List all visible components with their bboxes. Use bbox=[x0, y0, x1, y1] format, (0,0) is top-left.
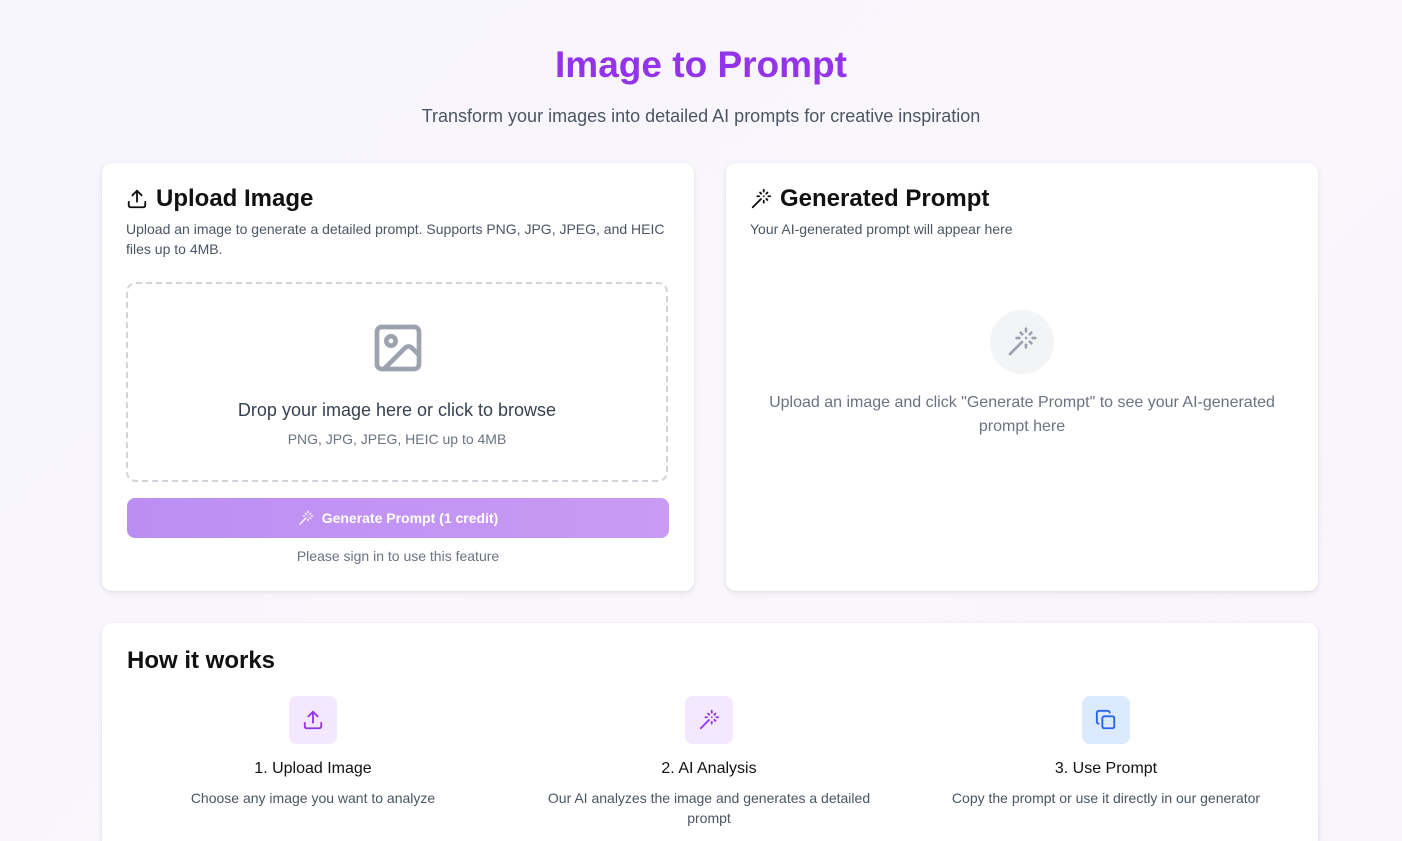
upload-icon bbox=[126, 188, 148, 210]
upload-card-title: Upload Image bbox=[126, 185, 313, 213]
image-icon bbox=[370, 320, 426, 376]
step-description: Choose any image you want to analyze bbox=[190, 790, 436, 806]
copy-icon bbox=[1095, 709, 1117, 731]
step-icon-badge bbox=[1082, 696, 1130, 744]
upload-card: Upload Image Upload an image to generate… bbox=[102, 163, 694, 591]
how-it-works-card: How it works 1. Upload Image Choose any … bbox=[102, 623, 1318, 841]
upload-card-title-text: Upload Image bbox=[156, 185, 314, 212]
prompt-card-description: Your AI-generated prompt will appear her… bbox=[750, 221, 1013, 237]
magic-wand-icon bbox=[750, 188, 772, 210]
generate-prompt-label: Generate Prompt (1 credit) bbox=[321, 510, 499, 526]
upload-card-description: Upload an image to generate a detailed p… bbox=[126, 221, 665, 257]
signin-note: Please sign in to use this feature bbox=[296, 548, 500, 564]
upload-icon bbox=[302, 709, 324, 731]
magic-wand-icon bbox=[298, 510, 314, 526]
magic-wand-icon bbox=[698, 709, 720, 731]
step-description: Copy the prompt or use it directly in ou… bbox=[951, 790, 1261, 806]
step-icon-badge bbox=[289, 696, 337, 744]
step-use-prompt: 3. Use Prompt Copy the prompt or use it … bbox=[926, 696, 1286, 808]
step-icon-badge bbox=[685, 696, 733, 744]
image-dropzone[interactable]: Drop your image here or click to browse … bbox=[126, 282, 668, 482]
dropzone-main-text: Drop your image here or click to browse bbox=[237, 400, 557, 420]
empty-state-text: Upload an image and click "Generate Prom… bbox=[769, 394, 1275, 435]
generated-prompt-card: Generated Prompt Your AI-generated promp… bbox=[726, 163, 1318, 591]
empty-state-badge bbox=[990, 310, 1054, 374]
dropzone-sub-text: PNG, JPG, JPEG, HEIC up to 4MB bbox=[287, 431, 507, 447]
prompt-card-title: Generated Prompt bbox=[750, 185, 989, 213]
prompt-card-title-text: Generated Prompt bbox=[780, 185, 990, 212]
page-subtitle: Transform your images into detailed AI p… bbox=[421, 106, 981, 126]
step-title: 1. Upload Image bbox=[254, 760, 372, 777]
step-description: Our AI analyzes the image and generates … bbox=[547, 790, 871, 826]
step-title: 2. AI Analysis bbox=[661, 760, 757, 777]
generate-prompt-button[interactable]: Generate Prompt (1 credit) bbox=[127, 498, 669, 538]
step-title: 3. Use Prompt bbox=[1054, 760, 1158, 777]
magic-wand-icon bbox=[1006, 326, 1038, 358]
step-upload: 1. Upload Image Choose any image you wan… bbox=[133, 696, 493, 808]
step-ai-analysis: 2. AI Analysis Our AI analyzes the image… bbox=[529, 696, 889, 828]
how-it-works-title: How it works bbox=[127, 647, 276, 674]
page-title: Image to Prompt bbox=[555, 44, 847, 85]
